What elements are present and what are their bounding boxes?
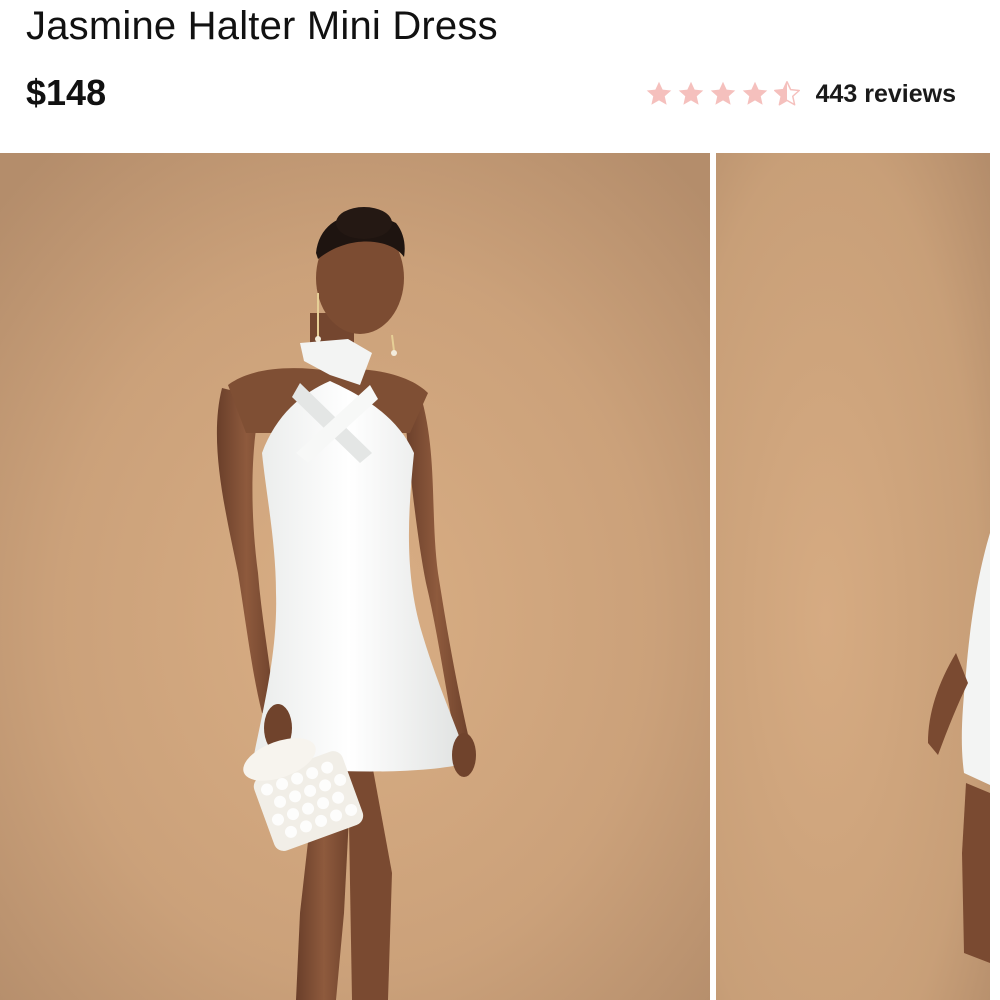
product-header: Jasmine Halter Mini Dress $148 443 revie…	[0, 0, 1000, 153]
model-side-view-image	[716, 153, 990, 1000]
model-in-white-halter-dress-image	[0, 153, 710, 1000]
half-star-icon	[773, 81, 800, 106]
product-gallery	[0, 153, 1000, 1000]
star-rating	[644, 79, 804, 109]
product-page: Jasmine Halter Mini Dress $148 443 revie…	[0, 0, 1000, 1000]
star-icon	[678, 81, 703, 105]
star-icon	[646, 81, 671, 105]
star-icon	[710, 81, 735, 105]
reviews-count-link[interactable]: 443 reviews	[816, 80, 956, 109]
product-price: $148	[26, 72, 107, 113]
product-photo-1[interactable]	[0, 153, 710, 1000]
product-photo-2[interactable]	[716, 153, 990, 1000]
product-title: Jasmine Halter Mini Dress	[26, 4, 498, 48]
page-edge	[990, 153, 1000, 1000]
rating-summary[interactable]: 443 reviews	[644, 76, 956, 112]
star-icon	[742, 81, 767, 105]
